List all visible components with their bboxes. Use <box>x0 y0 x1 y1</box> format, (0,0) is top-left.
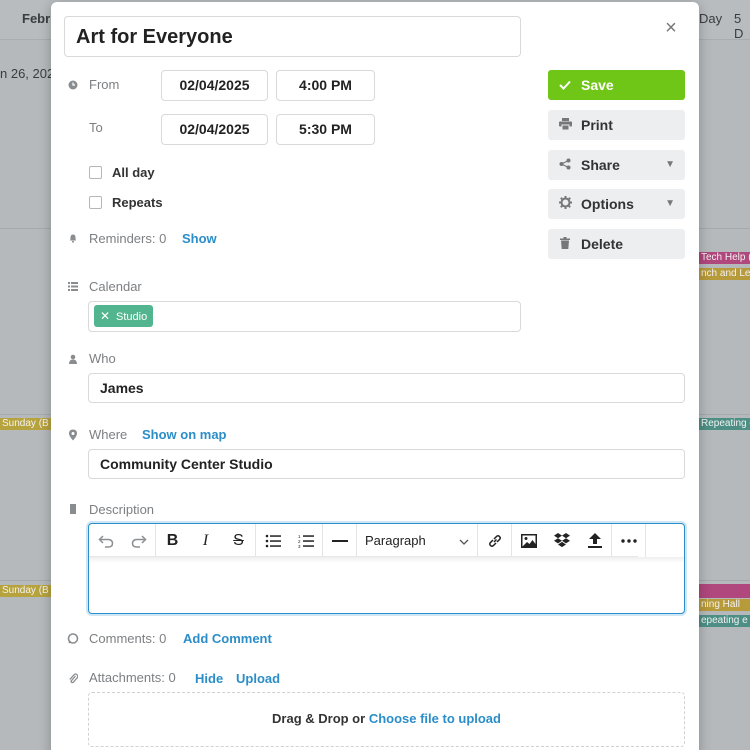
delete-label: Delete <box>581 236 624 252</box>
file-dropzone[interactable]: Drag & Drop or Choose file to upload <box>88 692 685 747</box>
comments-label: Comments: 0 <box>89 631 167 646</box>
save-label: Save <box>581 77 614 93</box>
to-time-input[interactable]: 5:30 PM <box>276 114 375 145</box>
paperclip-icon <box>67 672 79 684</box>
map-pin-icon <box>67 429 79 441</box>
dropbox-icon[interactable] <box>545 524 578 557</box>
month-label: Febr <box>22 11 51 26</box>
date-label: n 26, 202 <box>0 66 55 81</box>
chevron-down-icon <box>459 533 469 548</box>
from-date-input[interactable]: 02/04/2025 <box>161 70 268 101</box>
all-day-checkbox[interactable] <box>89 166 102 179</box>
calendar-label: Calendar <box>89 279 142 294</box>
print-label: Print <box>581 117 613 133</box>
share-icon <box>558 151 572 181</box>
delete-button[interactable]: Delete <box>548 229 685 259</box>
share-button[interactable]: Share ▼ <box>548 150 685 180</box>
reminders-show-link[interactable]: Show <box>182 231 217 246</box>
dropzone-text: Drag & Drop or <box>272 711 369 726</box>
to-label: To <box>89 120 103 135</box>
calendar-event[interactable]: Sunday (B <box>0 418 51 430</box>
description-icon <box>67 504 79 516</box>
add-comment-link[interactable]: Add Comment <box>183 631 272 646</box>
bell-icon <box>67 233 79 245</box>
repeats-label: Repeats <box>112 195 163 210</box>
person-icon <box>67 354 79 366</box>
calendar-event[interactable]: epeating e <box>699 615 750 627</box>
attachments-label: Attachments: 0 <box>89 670 176 685</box>
upload-icon[interactable] <box>578 524 611 557</box>
from-time-input[interactable]: 4:00 PM <box>276 70 375 101</box>
description-label: Description <box>89 502 155 517</box>
choose-file-link[interactable]: Choose file to upload <box>369 711 501 726</box>
calendar-event[interactable]: nch and Le <box>699 268 750 280</box>
calendar-tag: ✕ Studio <box>94 305 154 327</box>
image-icon[interactable] <box>512 524 545 557</box>
event-modal: Art for Everyone × From 02/04/2025 4:00 … <box>51 2 699 750</box>
reminders-label: Reminders: 0 <box>89 231 167 246</box>
editor-toolbar: B I S 123 Paragraph <box>89 524 646 557</box>
horizontal-rule-icon[interactable] <box>323 524 356 557</box>
italic-icon[interactable]: I <box>189 524 222 557</box>
close-icon[interactable]: × <box>663 18 679 38</box>
editor-content-area[interactable] <box>89 557 684 563</box>
view-5day-button[interactable]: 5 D <box>734 11 750 41</box>
clock-icon <box>67 80 79 92</box>
calendar-event[interactable]: Tech Help ( <box>699 252 750 264</box>
list-icon <box>67 282 79 294</box>
strikethrough-icon[interactable]: S <box>222 524 255 557</box>
calendar-event[interactable]: Sunday (B <box>0 585 51 597</box>
remove-tag-icon[interactable]: ✕ <box>98 305 112 327</box>
options-button[interactable]: Options ▼ <box>548 189 685 219</box>
who-input[interactable]: James <box>88 373 685 403</box>
printer-icon <box>558 111 572 141</box>
print-button[interactable]: Print <box>548 110 685 140</box>
options-label: Options <box>581 196 634 212</box>
calendar-event[interactable]: ning Hall <box>699 599 750 611</box>
view-day-button[interactable]: Day <box>699 11 722 26</box>
from-label: From <box>89 77 120 92</box>
upload-link[interactable]: Upload <box>236 671 280 686</box>
save-button[interactable]: Save <box>548 70 685 100</box>
where-input[interactable]: Community Center Studio <box>88 449 685 479</box>
description-editor[interactable]: B I S 123 Paragraph <box>88 523 685 614</box>
redo-icon[interactable] <box>122 524 155 557</box>
repeats-checkbox[interactable] <box>89 196 102 209</box>
caret-down-icon: ▼ <box>665 159 675 170</box>
where-label: Where <box>89 427 128 442</box>
trash-icon <box>558 230 572 260</box>
caret-down-icon: ▼ <box>665 198 675 209</box>
hide-attachments-link[interactable]: Hide <box>195 671 223 686</box>
share-label: Share <box>581 157 620 173</box>
paragraph-format-label: Paragraph <box>365 533 426 548</box>
bold-icon[interactable]: B <box>156 524 189 557</box>
who-label: Who <box>89 351 116 366</box>
to-date-input[interactable]: 02/04/2025 <box>161 114 268 145</box>
gear-icon <box>558 190 572 220</box>
svg-text:3: 3 <box>298 544 301 548</box>
link-icon[interactable] <box>478 524 511 557</box>
paragraph-format-select[interactable]: Paragraph <box>357 524 477 557</box>
calendar-event[interactable] <box>699 584 750 598</box>
calendar-tag-label: Studio <box>116 311 148 323</box>
all-day-label: All day <box>112 165 155 180</box>
more-options-icon[interactable] <box>612 524 645 557</box>
undo-icon[interactable] <box>89 524 122 557</box>
show-on-map-link[interactable]: Show on map <box>142 427 227 442</box>
calendar-event[interactable]: Repeating e <box>699 418 750 430</box>
numbered-list-icon[interactable]: 123 <box>289 524 322 557</box>
comment-icon <box>67 633 79 645</box>
bullet-list-icon[interactable] <box>256 524 289 557</box>
checkmark-icon <box>558 71 572 101</box>
event-title-input[interactable]: Art for Everyone <box>64 16 521 57</box>
